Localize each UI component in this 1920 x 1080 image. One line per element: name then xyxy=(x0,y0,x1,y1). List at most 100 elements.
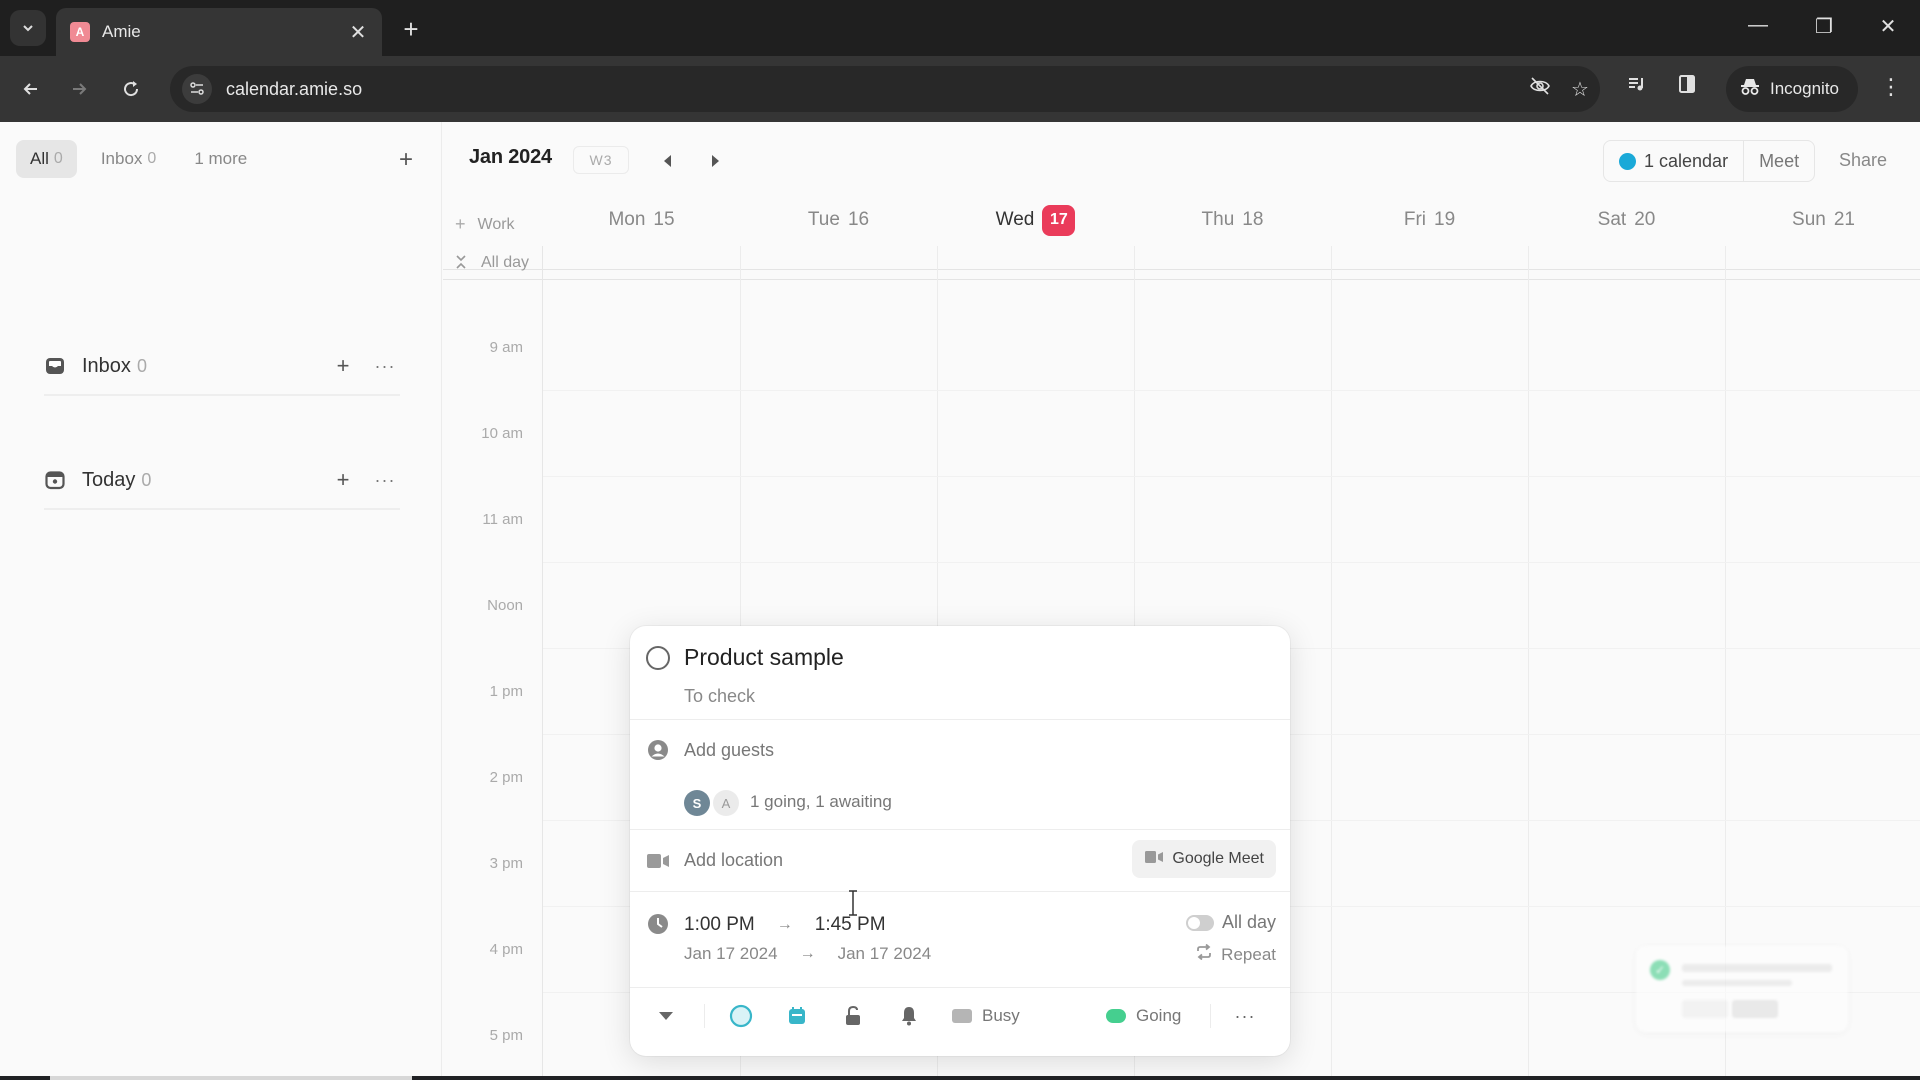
end-date[interactable]: Jan 17 2024 xyxy=(838,944,932,964)
availability-busy-button[interactable]: Busy xyxy=(952,1002,1020,1030)
incognito-icon xyxy=(1740,78,1760,101)
day-date: 21 xyxy=(1833,209,1855,230)
event-description[interactable]: To check xyxy=(684,686,755,707)
divider xyxy=(1210,1004,1211,1028)
filter-tab-label: Inbox xyxy=(100,149,143,168)
add-to-inbox-button[interactable]: + xyxy=(328,353,358,379)
month-title: Jan 2024 xyxy=(469,146,552,168)
horizontal-scrollbar[interactable] xyxy=(50,1076,412,1080)
start-date[interactable]: Jan 17 2024 xyxy=(684,944,778,964)
person-icon xyxy=(646,738,670,762)
toast-button[interactable] xyxy=(1682,1000,1728,1018)
meet-label: Meet xyxy=(1759,150,1800,171)
time-gutter-divider xyxy=(542,246,543,1076)
browser-tab[interactable]: A Amie ✕ xyxy=(56,8,382,56)
forward-button[interactable] xyxy=(64,74,94,104)
hour-label: 11 am xyxy=(482,511,523,528)
tune-icon xyxy=(190,82,204,95)
hour-label: 1 pm xyxy=(489,683,523,700)
event-options-bar: Busy Going ··· xyxy=(630,976,1290,1056)
eye-off-icon[interactable] xyxy=(1520,75,1560,103)
day-header-fri[interactable]: Fri 19 xyxy=(1331,200,1528,240)
reminder-button[interactable] xyxy=(894,1002,924,1030)
site-info-button[interactable] xyxy=(182,74,212,104)
day-name: Sat xyxy=(1597,209,1627,230)
start-time[interactable]: 1:00 PM xyxy=(684,914,755,936)
day-header-tue[interactable]: Tue 16 xyxy=(740,200,937,240)
side-panel-icon[interactable] xyxy=(1670,74,1704,100)
day-date: 18 xyxy=(1242,209,1264,230)
minimize-button[interactable]: — xyxy=(1738,14,1778,37)
end-time[interactable]: 1:45 PM xyxy=(815,914,886,936)
guest-avatar[interactable]: A xyxy=(713,790,739,816)
calendar-selector: 1 calendar Meet xyxy=(1603,140,1816,182)
filter-tab-all[interactable]: All 0 xyxy=(16,140,77,178)
day-header-mon[interactable]: Mon 15 xyxy=(543,200,740,240)
event-complete-checkbox[interactable] xyxy=(646,645,670,670)
close-window-button[interactable]: ✕ xyxy=(1868,14,1908,39)
google-meet-button[interactable]: Google Meet xyxy=(1132,840,1276,878)
browser-toolbar: calendar.amie.so ☆ Incognito ⋮ xyxy=(0,56,1920,122)
day-column-divider xyxy=(1331,246,1332,1076)
day-header-sat[interactable]: Sat 20 xyxy=(1528,200,1725,240)
day-header-wed[interactable]: Wed 17 xyxy=(937,200,1134,240)
add-list-button[interactable]: + xyxy=(392,146,420,174)
browser-menu-button[interactable]: ⋮ xyxy=(1876,74,1906,100)
video-camera-icon xyxy=(646,849,670,873)
rsvp-going-button[interactable]: Going xyxy=(1106,1002,1181,1030)
repeat-button[interactable]: Repeat xyxy=(1195,943,1276,965)
day-header-thu[interactable]: Thu 18 xyxy=(1134,200,1331,240)
date-range: Jan 17 2024 → Jan 17 2024 xyxy=(684,944,931,964)
meet-button[interactable]: Meet xyxy=(1743,141,1814,181)
toast-button[interactable] xyxy=(1732,1000,1778,1018)
add-location-input[interactable]: Add location xyxy=(684,850,783,871)
sidebar-section-today[interactable]: Today 0 + ··· xyxy=(44,452,400,510)
amie-app: All 0 Inbox 0 1 more + Inbox 0 + ··· Tod… xyxy=(0,122,1920,1079)
tab-search-button[interactable] xyxy=(10,10,46,46)
expand-options-button[interactable] xyxy=(654,1002,678,1030)
work-label: Work xyxy=(477,215,515,233)
share-button[interactable]: Share xyxy=(1839,150,1887,171)
event-title-section: Product sample To check xyxy=(630,626,1290,720)
sidebar-section-inbox[interactable]: Inbox 0 + ··· xyxy=(44,338,400,396)
more-options-button[interactable]: ··· xyxy=(1230,1002,1260,1030)
visibility-button[interactable] xyxy=(838,1002,868,1030)
all-day-switch[interactable]: All day xyxy=(1185,912,1276,933)
work-row[interactable]: + Work xyxy=(455,214,515,235)
previous-week-button[interactable] xyxy=(655,148,681,174)
event-title[interactable]: Product sample xyxy=(684,644,844,671)
bookmark-star-icon[interactable]: ☆ xyxy=(1560,77,1600,102)
event-detail-popover: Product sample To check Add guests S A 1… xyxy=(630,626,1290,1056)
day-header-sun[interactable]: Sun 21 xyxy=(1725,200,1920,240)
guest-avatar[interactable]: S xyxy=(684,790,710,816)
toggle-switch[interactable] xyxy=(1185,914,1214,931)
reload-icon xyxy=(124,81,139,97)
add-guests-input[interactable]: Add guests xyxy=(684,740,774,761)
new-tab-button[interactable]: + xyxy=(396,14,426,44)
filter-tab-inbox[interactable]: Inbox 0 xyxy=(87,140,171,178)
hour-label: Noon xyxy=(487,597,523,614)
next-week-button[interactable] xyxy=(702,148,728,174)
url-text[interactable]: calendar.amie.so xyxy=(226,79,1520,100)
media-playlist-icon[interactable] xyxy=(1620,74,1654,100)
add-to-today-button[interactable]: + xyxy=(328,467,358,493)
all-day-row[interactable] xyxy=(443,246,1920,280)
event-color-button[interactable] xyxy=(726,1002,756,1030)
restore-button[interactable]: ❐ xyxy=(1804,14,1844,39)
calendars-button[interactable]: 1 calendar xyxy=(1604,141,1743,181)
notification-toast[interactable]: ✓ xyxy=(1636,946,1848,1032)
inbox-icon xyxy=(44,355,66,377)
today-more-button[interactable]: ··· xyxy=(370,470,400,491)
video-camera-icon xyxy=(1144,850,1164,869)
filter-tab-more[interactable]: 1 more xyxy=(180,140,261,178)
section-name: Inbox xyxy=(82,354,131,377)
address-bar[interactable]: calendar.amie.so ☆ xyxy=(170,66,1600,112)
all-day-toggle[interactable]: All day xyxy=(455,254,529,272)
hour-label: 3 pm xyxy=(489,855,523,872)
close-tab-button[interactable]: ✕ xyxy=(348,20,368,45)
back-button[interactable] xyxy=(16,74,46,104)
incognito-indicator[interactable]: Incognito xyxy=(1726,66,1858,112)
reload-button[interactable] xyxy=(116,74,146,104)
calendar-picker-button[interactable] xyxy=(782,1002,812,1030)
inbox-more-button[interactable]: ··· xyxy=(370,356,400,377)
